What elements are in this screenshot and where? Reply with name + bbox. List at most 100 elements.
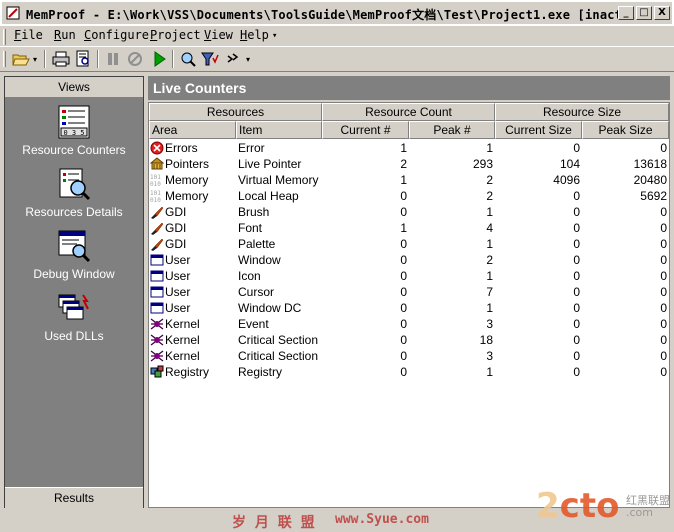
search-icon[interactable] bbox=[179, 50, 197, 68]
menu-help[interactable]: Help bbox=[240, 28, 269, 42]
table-row[interactable]: Registry Registry 0 1 0 0 bbox=[149, 364, 669, 380]
views-header[interactable]: Views bbox=[5, 77, 143, 98]
item-cell: Cursor bbox=[238, 285, 275, 299]
current-count-cell: 1 bbox=[400, 173, 407, 187]
area-cell: User bbox=[165, 269, 191, 283]
minimize-button[interactable]: _ bbox=[618, 6, 634, 20]
item-cell: Window bbox=[238, 253, 281, 267]
item-cell: Critical Section bbox=[238, 333, 319, 347]
svg-text:101: 101 bbox=[150, 190, 161, 197]
menu-project[interactable]: Project bbox=[150, 28, 201, 42]
peak-count-cell: 1 bbox=[486, 269, 493, 283]
results-header[interactable]: Results bbox=[5, 487, 143, 508]
options-icon[interactable] bbox=[224, 50, 242, 68]
svg-text:0 3 5: 0 3 5 bbox=[63, 129, 84, 137]
group-header-resource-size[interactable]: Resource Size bbox=[495, 103, 669, 121]
group-header-resources[interactable]: Resources bbox=[149, 103, 322, 121]
view-debug-window[interactable]: Debug Window bbox=[5, 229, 143, 281]
current-size-cell: 0 bbox=[573, 189, 580, 203]
area-cell: Errors bbox=[165, 141, 198, 155]
area-cell: User bbox=[165, 253, 191, 267]
area-cell: GDI bbox=[165, 237, 187, 251]
stop-icon[interactable] bbox=[126, 50, 144, 68]
current-count-cell: 0 bbox=[400, 237, 407, 251]
menu-help-label: elp bbox=[247, 28, 269, 42]
menu-file-label: ile bbox=[21, 28, 43, 42]
area-cell: Pointers bbox=[165, 157, 210, 171]
view-label: Used DLLs bbox=[44, 329, 104, 343]
item-cell: Registry bbox=[238, 365, 283, 379]
current-count-cell: 1 bbox=[400, 141, 407, 155]
user-window-icon bbox=[150, 254, 164, 266]
peak-count-cell: 293 bbox=[472, 157, 493, 171]
table-row[interactable]: Pointers Live Pointer 2 293 104 13618 bbox=[149, 156, 669, 172]
pause-icon[interactable] bbox=[104, 50, 122, 68]
table-row[interactable]: User Cursor 0 7 0 0 bbox=[149, 284, 669, 300]
menu-configure[interactable]: Configure bbox=[84, 28, 149, 42]
user-window-icon bbox=[150, 302, 164, 314]
menu-file[interactable]: File bbox=[14, 28, 43, 42]
menu-run[interactable]: Run bbox=[54, 28, 76, 42]
column-header-peak-count[interactable]: Peak # bbox=[409, 121, 495, 139]
column-header-peak-size[interactable]: Peak Size bbox=[582, 121, 669, 139]
toolbar-separator bbox=[44, 50, 46, 68]
used-dlls-icon bbox=[58, 294, 89, 320]
view-resource-counters[interactable]: 0 3 5 Resource Counters bbox=[5, 105, 143, 157]
column-header-item[interactable]: Item bbox=[236, 121, 322, 139]
table-row[interactable]: Kernel Event 0 3 0 0 bbox=[149, 316, 669, 332]
current-size-cell: 0 bbox=[573, 365, 580, 379]
menu-view[interactable]: View bbox=[204, 28, 233, 42]
table-row[interactable]: User Window DC 0 1 0 0 bbox=[149, 300, 669, 316]
error-icon bbox=[150, 141, 164, 155]
view-used-dlls[interactable]: Used DLLs bbox=[5, 291, 143, 343]
run-icon[interactable] bbox=[150, 50, 168, 68]
kernel-icon bbox=[150, 334, 164, 346]
close-button[interactable]: X bbox=[654, 6, 670, 20]
open-icon[interactable] bbox=[12, 50, 30, 68]
menu-bar: File Run Configure Project View Help ▾ bbox=[0, 26, 674, 46]
table-row[interactable]: Kernel Critical Section 0 18 0 0 bbox=[149, 332, 669, 348]
peak-count-cell: 2 bbox=[486, 189, 493, 203]
menu-overflow-icon[interactable]: ▾ bbox=[272, 31, 277, 41]
table-row[interactable]: User Icon 0 1 0 0 bbox=[149, 268, 669, 284]
open-dropdown-icon[interactable]: ▾ bbox=[33, 55, 37, 64]
menu-grip[interactable] bbox=[3, 29, 6, 45]
group-header-resource-count[interactable]: Resource Count bbox=[322, 103, 495, 121]
peak-size-cell: 0 bbox=[660, 221, 667, 235]
current-size-cell: 0 bbox=[573, 333, 580, 347]
maximize-button[interactable]: □ bbox=[636, 6, 652, 20]
current-count-cell: 0 bbox=[400, 317, 407, 331]
watermark-cn-text: 岁 月 联 盟 bbox=[232, 515, 317, 531]
gdi-icon bbox=[151, 238, 164, 251]
table-row[interactable]: GDI Brush 0 1 0 0 bbox=[149, 204, 669, 220]
item-cell: Palette bbox=[238, 237, 276, 251]
table-row[interactable]: 101 010 Memory Virtual Memory 1 2 4096 20480 bbox=[149, 172, 669, 188]
peak-size-cell: 0 bbox=[660, 205, 667, 219]
table-row[interactable]: 101 010 Memory Local Heap 0 2 0 5692 bbox=[149, 188, 669, 204]
table-row[interactable]: GDI Font 1 4 0 0 bbox=[149, 220, 669, 236]
column-header-current-size[interactable]: Current Size bbox=[495, 121, 582, 139]
table-row[interactable]: User Window 0 2 0 0 bbox=[149, 252, 669, 268]
area-cell: Kernel bbox=[165, 317, 200, 331]
current-size-cell: 0 bbox=[573, 317, 580, 331]
panel-title: Live Counters bbox=[148, 76, 670, 100]
peak-count-cell: 18 bbox=[479, 333, 493, 347]
column-header-current-count[interactable]: Current # bbox=[322, 121, 409, 139]
column-header-area[interactable]: Area bbox=[149, 121, 236, 139]
title-bar[interactable]: MemProof - E:\Work\VSS\Documents\ToolsGu… bbox=[0, 0, 674, 26]
toolbar-overflow-icon[interactable]: ▾ bbox=[246, 55, 250, 64]
filter-icon[interactable] bbox=[201, 50, 219, 68]
table-row[interactable]: GDI Palette 0 1 0 0 bbox=[149, 236, 669, 252]
toolbar-grip[interactable] bbox=[3, 51, 6, 67]
current-count-cell: 0 bbox=[400, 205, 407, 219]
table-row[interactable]: Errors Error 1 1 0 0 bbox=[149, 140, 669, 156]
view-label: Debug Window bbox=[33, 267, 115, 281]
table-row[interactable]: Kernel Critical Section Er 0 3 0 0 bbox=[149, 348, 669, 364]
item-cell: Virtual Memory bbox=[238, 173, 319, 187]
peak-size-cell: 5692 bbox=[640, 189, 667, 203]
print-icon[interactable] bbox=[52, 50, 70, 68]
peak-size-cell: 0 bbox=[660, 141, 667, 155]
print-preview-icon[interactable] bbox=[74, 50, 92, 68]
registry-icon bbox=[150, 365, 164, 378]
view-resources-details[interactable]: Resources Details bbox=[5, 167, 143, 219]
